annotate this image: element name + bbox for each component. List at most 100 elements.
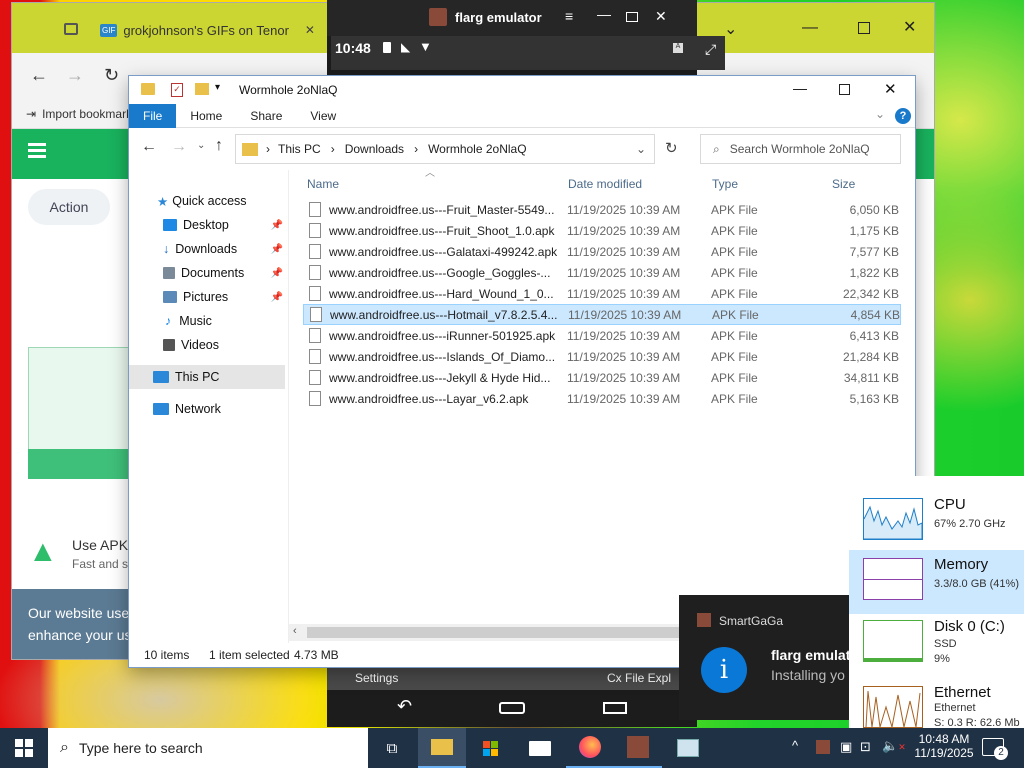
column-header-type[interactable]: Type bbox=[712, 177, 738, 191]
maximize-button[interactable] bbox=[858, 22, 870, 34]
perf-name: CPU bbox=[934, 496, 966, 513]
forward-arrow-icon[interactable]: → bbox=[171, 138, 187, 156]
emulator-close-button[interactable]: ✕ bbox=[655, 8, 667, 25]
folder-icon bbox=[242, 142, 258, 156]
column-header-name[interactable]: Name bbox=[307, 177, 339, 191]
network-icon[interactable]: ⊡ bbox=[860, 739, 871, 755]
pin-icon[interactable]: 📌 bbox=[271, 292, 283, 303]
hamburger-menu-icon[interactable] bbox=[28, 143, 46, 146]
help-icon[interactable]: ? bbox=[895, 108, 911, 124]
search-box[interactable]: ⌕ Search Wormhole 2oNlaQ bbox=[700, 134, 901, 164]
notification-toast[interactable]: SmartGaGa i flarg emulat Installing yo bbox=[679, 595, 859, 720]
fullscreen-icon[interactable]: ⤢ bbox=[705, 41, 716, 58]
tab-overview-button[interactable] bbox=[64, 13, 104, 45]
file-row[interactable]: www.androidfree.us---Islands_Of_Diamo...… bbox=[303, 346, 901, 367]
back-arrow-icon[interactable]: ← bbox=[30, 65, 48, 86]
address-dropdown-icon[interactable]: ⌄ bbox=[636, 142, 646, 156]
mail-icon[interactable] bbox=[516, 728, 564, 768]
scroll-left-icon[interactable]: ‹ bbox=[293, 625, 297, 637]
file-date: 11/19/2025 10:39 AM bbox=[567, 286, 681, 301]
recent-locations-icon[interactable]: ⌄ bbox=[197, 140, 205, 151]
quick-access-dropdown-icon[interactable]: ▾ bbox=[215, 82, 220, 93]
refresh-icon[interactable]: ↻ bbox=[665, 139, 678, 157]
tab-list-icon[interactable]: ⌄ bbox=[724, 19, 737, 39]
file-row[interactable]: www.androidfree.us---Fruit_Shoot_1.0.apk… bbox=[303, 220, 901, 241]
perf-cpu[interactable]: CPU 67% 2.70 GHz bbox=[849, 490, 1024, 554]
nav-documents[interactable]: Documents 📌 bbox=[129, 261, 285, 285]
file-row[interactable]: www.androidfree.us---Hotmail_v7.8.2.5.4.… bbox=[303, 304, 901, 325]
nav-this-pc[interactable]: This PC bbox=[129, 365, 285, 389]
properties-icon[interactable]: ✓ bbox=[171, 83, 183, 97]
column-header-size[interactable]: Size bbox=[832, 177, 855, 191]
nav-downloads[interactable]: ↓ Downloads 📌 bbox=[129, 237, 285, 261]
nav-quick-access[interactable]: ★ Quick access bbox=[129, 189, 285, 213]
store-icon[interactable] bbox=[466, 728, 514, 768]
cx-file-explorer-label[interactable]: Cx File Expl bbox=[607, 671, 671, 685]
file-row[interactable]: www.androidfree.us---Fruit_Master-5549..… bbox=[303, 199, 901, 220]
back-arrow-icon[interactable]: ← bbox=[141, 138, 157, 156]
file-row[interactable]: www.androidfree.us---Google_Goggles-... 1… bbox=[303, 262, 901, 283]
perf-disk[interactable]: Disk 0 (C:) SSD 9% bbox=[849, 612, 1024, 676]
android-home-icon[interactable] bbox=[499, 702, 525, 714]
nav-network[interactable]: Network bbox=[129, 397, 285, 421]
close-button[interactable]: ✕ bbox=[903, 17, 916, 37]
taskbar-search-box[interactable]: ⌕ Type here to search bbox=[48, 728, 368, 768]
firefox-icon[interactable] bbox=[566, 728, 614, 768]
task-manager-icon[interactable] bbox=[664, 728, 712, 768]
file-icon bbox=[309, 244, 321, 259]
pin-icon[interactable]: 📌 bbox=[271, 268, 283, 279]
nav-pictures[interactable]: Pictures 📌 bbox=[129, 285, 285, 309]
emulator-maximize-button[interactable] bbox=[626, 12, 638, 22]
forward-arrow-icon[interactable]: → bbox=[66, 65, 84, 86]
file-row[interactable]: www.androidfree.us---Layar_v6.2.apk 11/19… bbox=[303, 388, 901, 409]
nav-music[interactable]: ♪ Music bbox=[129, 309, 285, 333]
tray-emulator-icon[interactable] bbox=[816, 740, 830, 754]
tab-close-icon[interactable]: ✕ bbox=[305, 23, 315, 37]
up-arrow-icon[interactable]: ↑ bbox=[215, 137, 223, 155]
new-folder-icon[interactable] bbox=[195, 83, 209, 95]
task-view-icon[interactable]: ⧉ bbox=[368, 728, 416, 768]
ribbon-tab-share[interactable]: Share bbox=[236, 104, 296, 128]
android-nav-bar: ↶ bbox=[327, 690, 697, 727]
explorer-close-button[interactable]: ✕ bbox=[884, 80, 897, 98]
file-row[interactable]: www.androidfree.us---iRunner-501925.apk 1… bbox=[303, 325, 901, 346]
show-hidden-icons-icon[interactable]: ^ bbox=[792, 738, 798, 753]
menu-icon[interactable]: ≡ bbox=[565, 8, 573, 24]
android-recents-icon[interactable] bbox=[603, 702, 627, 714]
file-explorer-taskbar-icon[interactable] bbox=[418, 728, 466, 768]
scrollbar-thumb[interactable] bbox=[307, 627, 687, 638]
clock[interactable]: 10:48 AM 11/19/2025 bbox=[914, 732, 974, 760]
explorer-minimize-button[interactable]: — bbox=[793, 80, 807, 96]
nav-desktop[interactable]: Desktop 📌 bbox=[129, 213, 285, 237]
volume-muted-icon[interactable]: 🔈✕ bbox=[882, 738, 906, 754]
ribbon-tab-home[interactable]: Home bbox=[176, 104, 236, 128]
address-box[interactable]: › This PC › Downloads › Wormhole 2oNlaQ … bbox=[235, 134, 655, 164]
tray-performance-icon[interactable]: ▣ bbox=[840, 739, 852, 755]
breadcrumb-this-pc[interactable]: This PC bbox=[278, 142, 321, 156]
emulator-taskbar-icon[interactable] bbox=[614, 728, 662, 768]
ribbon-tab-view[interactable]: View bbox=[296, 104, 350, 128]
file-row[interactable]: www.androidfree.us---Hard_Wound_1_0... 11… bbox=[303, 283, 901, 304]
tab-tenor[interactable]: GIF grokjohnson's GIFs on Tenor ✕ bbox=[100, 15, 330, 45]
file-size: 34,811 KB bbox=[843, 370, 899, 385]
pin-icon[interactable]: 📌 bbox=[271, 244, 283, 255]
file-row[interactable]: www.androidfree.us---Galataxi-499242.apk… bbox=[303, 241, 901, 262]
reload-icon[interactable]: ↻ bbox=[104, 65, 119, 86]
pin-icon[interactable]: 📌 bbox=[271, 220, 283, 231]
ribbon-tab-file[interactable]: File bbox=[129, 103, 177, 128]
minimize-button[interactable]: — bbox=[802, 19, 818, 37]
android-back-icon[interactable]: ↶ bbox=[397, 696, 412, 717]
start-button[interactable] bbox=[0, 728, 48, 768]
expand-ribbon-icon[interactable]: ⌄ bbox=[875, 107, 885, 121]
perf-memory[interactable]: Memory 3.3/8.0 GB (41%) bbox=[849, 550, 1024, 614]
explorer-maximize-button[interactable] bbox=[839, 84, 850, 95]
chevron-right-icon: › bbox=[330, 142, 335, 156]
nav-videos[interactable]: Videos bbox=[129, 333, 285, 357]
breadcrumb-downloads[interactable]: Downloads bbox=[345, 142, 404, 156]
settings-app-label[interactable]: Settings bbox=[355, 671, 398, 685]
action-button[interactable]: Action bbox=[28, 189, 110, 225]
breadcrumb-current-folder[interactable]: Wormhole 2oNlaQ bbox=[428, 142, 526, 156]
file-row[interactable]: www.androidfree.us---Jekyll & Hyde Hid..… bbox=[303, 367, 901, 388]
emulator-minimize-button[interactable]: — bbox=[597, 6, 611, 22]
column-header-date[interactable]: Date modified bbox=[568, 177, 642, 191]
